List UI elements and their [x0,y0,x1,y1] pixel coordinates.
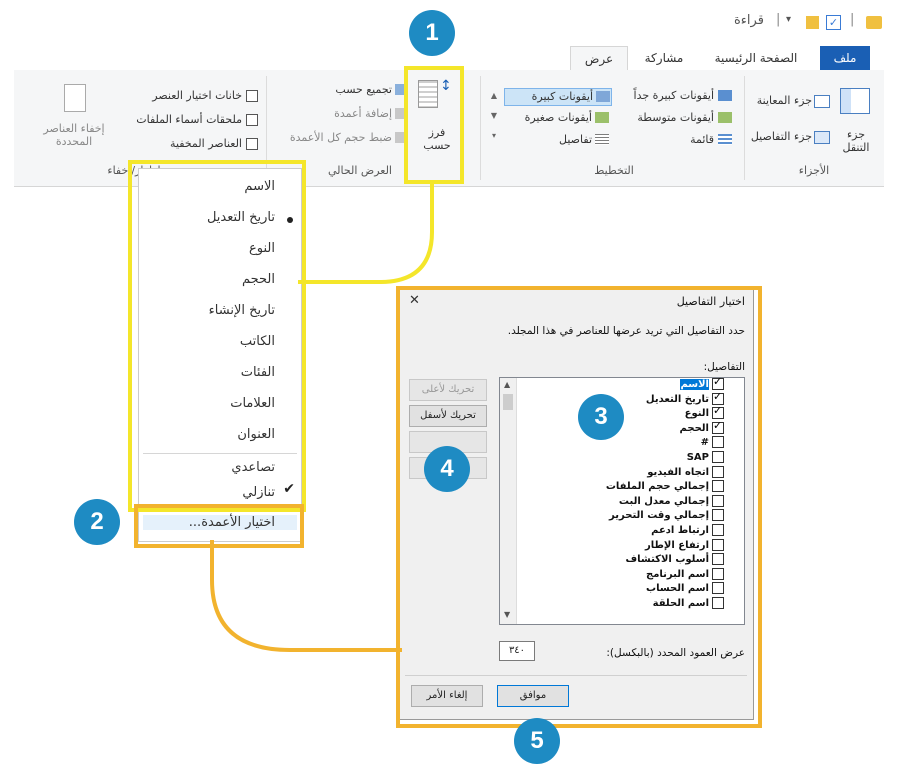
callout-4: 4 [424,446,470,492]
sort-by-highlight [404,66,464,184]
callout-5: 5 [514,718,560,764]
callout-2: 2 [74,499,120,545]
choose-columns-highlight [134,504,304,548]
sort-menu-highlight [128,160,306,512]
callout-1: 1 [409,10,455,56]
yellow-connector [298,180,434,284]
callout-3: 3 [578,394,624,440]
orange-connector [210,540,402,652]
dialog-highlight [396,286,762,728]
